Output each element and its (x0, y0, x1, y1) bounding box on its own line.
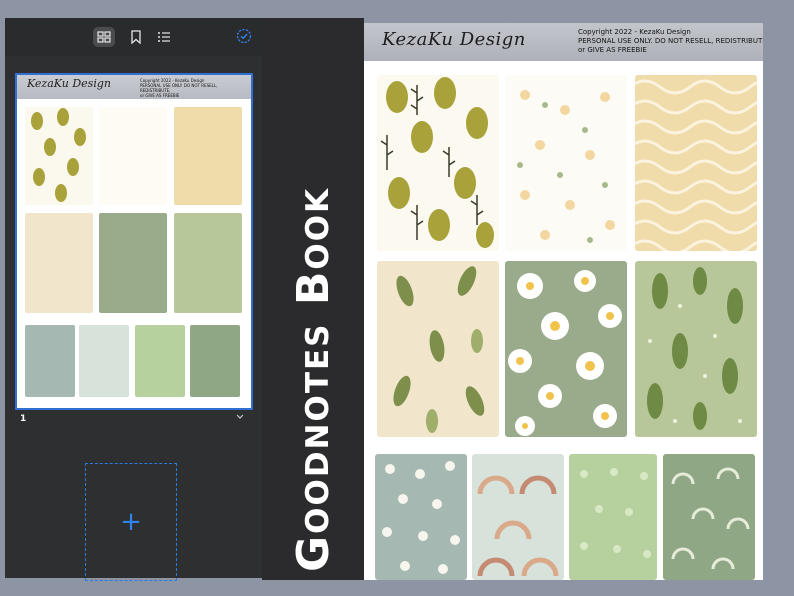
thumbnail-copyright: Copyright 2022 - KezaKu Design PERSONAL … (140, 78, 218, 98)
thumbnail-cover-green-rainbows (190, 325, 240, 397)
thumbnail-logo: KezaKu Design (27, 77, 111, 90)
cover-blue-flowers[interactable] (375, 454, 467, 580)
cover-fern-cream[interactable] (377, 261, 499, 437)
thumbnail-cover-floral (99, 107, 167, 205)
cover-green-rainbows[interactable] (663, 454, 755, 580)
outline-button[interactable] (153, 27, 175, 47)
thumbnail-cover-leaf-green (174, 213, 242, 313)
cover-leaf-green[interactable] (635, 261, 757, 437)
heart-pattern (580, 468, 651, 558)
olive-spots-pattern (31, 108, 86, 202)
thumbnail-cover-olive-leaves (25, 107, 93, 205)
page-sidebar: KezaKu Design Copyright 2022 - KezaKu De… (5, 18, 262, 581)
bookmark-icon (131, 30, 141, 44)
bookmarks-button[interactable] (125, 27, 147, 47)
cover-cream-waves[interactable] (635, 75, 757, 251)
thumbnail-cover-rainbows (79, 325, 129, 397)
daisy-pattern (508, 270, 622, 436)
page-thumbnail-selected[interactable]: KezaKu Design Copyright 2022 - KezaKu De… (15, 73, 253, 410)
copyright-notice: Copyright 2022 - KezaKu Design PERSONAL … (578, 28, 763, 55)
copyright-line: PERSONAL USE ONLY. DO NOT RESELL, REDIST… (578, 37, 763, 45)
cover-floral[interactable] (505, 75, 627, 251)
page-number-label: 1 (20, 414, 27, 424)
cover-daisy-sage[interactable] (505, 261, 627, 437)
select-pages-button[interactable] (236, 28, 252, 48)
select-check-icon (236, 28, 252, 44)
goodnotes-app: KezaKu Design Copyright 2022 - KezaKu De… (0, 0, 794, 596)
sidebar-toolbar (5, 18, 262, 56)
plus-icon: + (120, 507, 142, 537)
cover-rainbows[interactable] (472, 454, 564, 580)
bottom-margin (262, 580, 794, 596)
green-rainbow-pattern (671, 467, 750, 570)
thumbnail-cover-daisy (99, 213, 167, 313)
copyright-line: Copyright 2022 - KezaKu Design (578, 28, 691, 36)
thumbnail-cover-fern-cream (25, 213, 93, 313)
thumbnails-grid-button[interactable] (93, 27, 115, 47)
outline-list-icon (158, 32, 170, 42)
leaf-pattern (647, 267, 743, 430)
add-page-button[interactable]: + (85, 463, 177, 581)
small-flower-pattern (382, 461, 460, 574)
vertical-title: Goodnotes Book (288, 186, 339, 572)
floral-pattern (517, 90, 615, 243)
thumbnail-cover-waves (174, 107, 242, 205)
cover-olive-spots[interactable] (377, 75, 499, 251)
kezaku-logo: KezaKu Design (382, 29, 526, 50)
page-header: KezaKu Design Copyright 2022 - KezaKu De… (364, 23, 763, 61)
rainbow-pattern (477, 475, 559, 577)
thumbnail-header: KezaKu Design Copyright 2022 - KezaKu De… (17, 75, 251, 99)
olive-spots-pattern (380, 77, 494, 248)
thumbnails-grid-icon (97, 31, 111, 43)
chevron-down-icon[interactable] (236, 414, 244, 420)
cover-green-hearts[interactable] (569, 454, 657, 580)
page-canvas[interactable]: KezaKu Design Copyright 2022 - KezaKu De… (364, 23, 763, 580)
thumbnail-cover-green-hearts (135, 325, 185, 397)
fern-pattern (393, 266, 485, 433)
copyright-line: or GIVE AS FREEBIE (578, 46, 647, 54)
thumbnail-cover-blue-flowers (25, 325, 75, 397)
wave-pattern (635, 79, 757, 251)
